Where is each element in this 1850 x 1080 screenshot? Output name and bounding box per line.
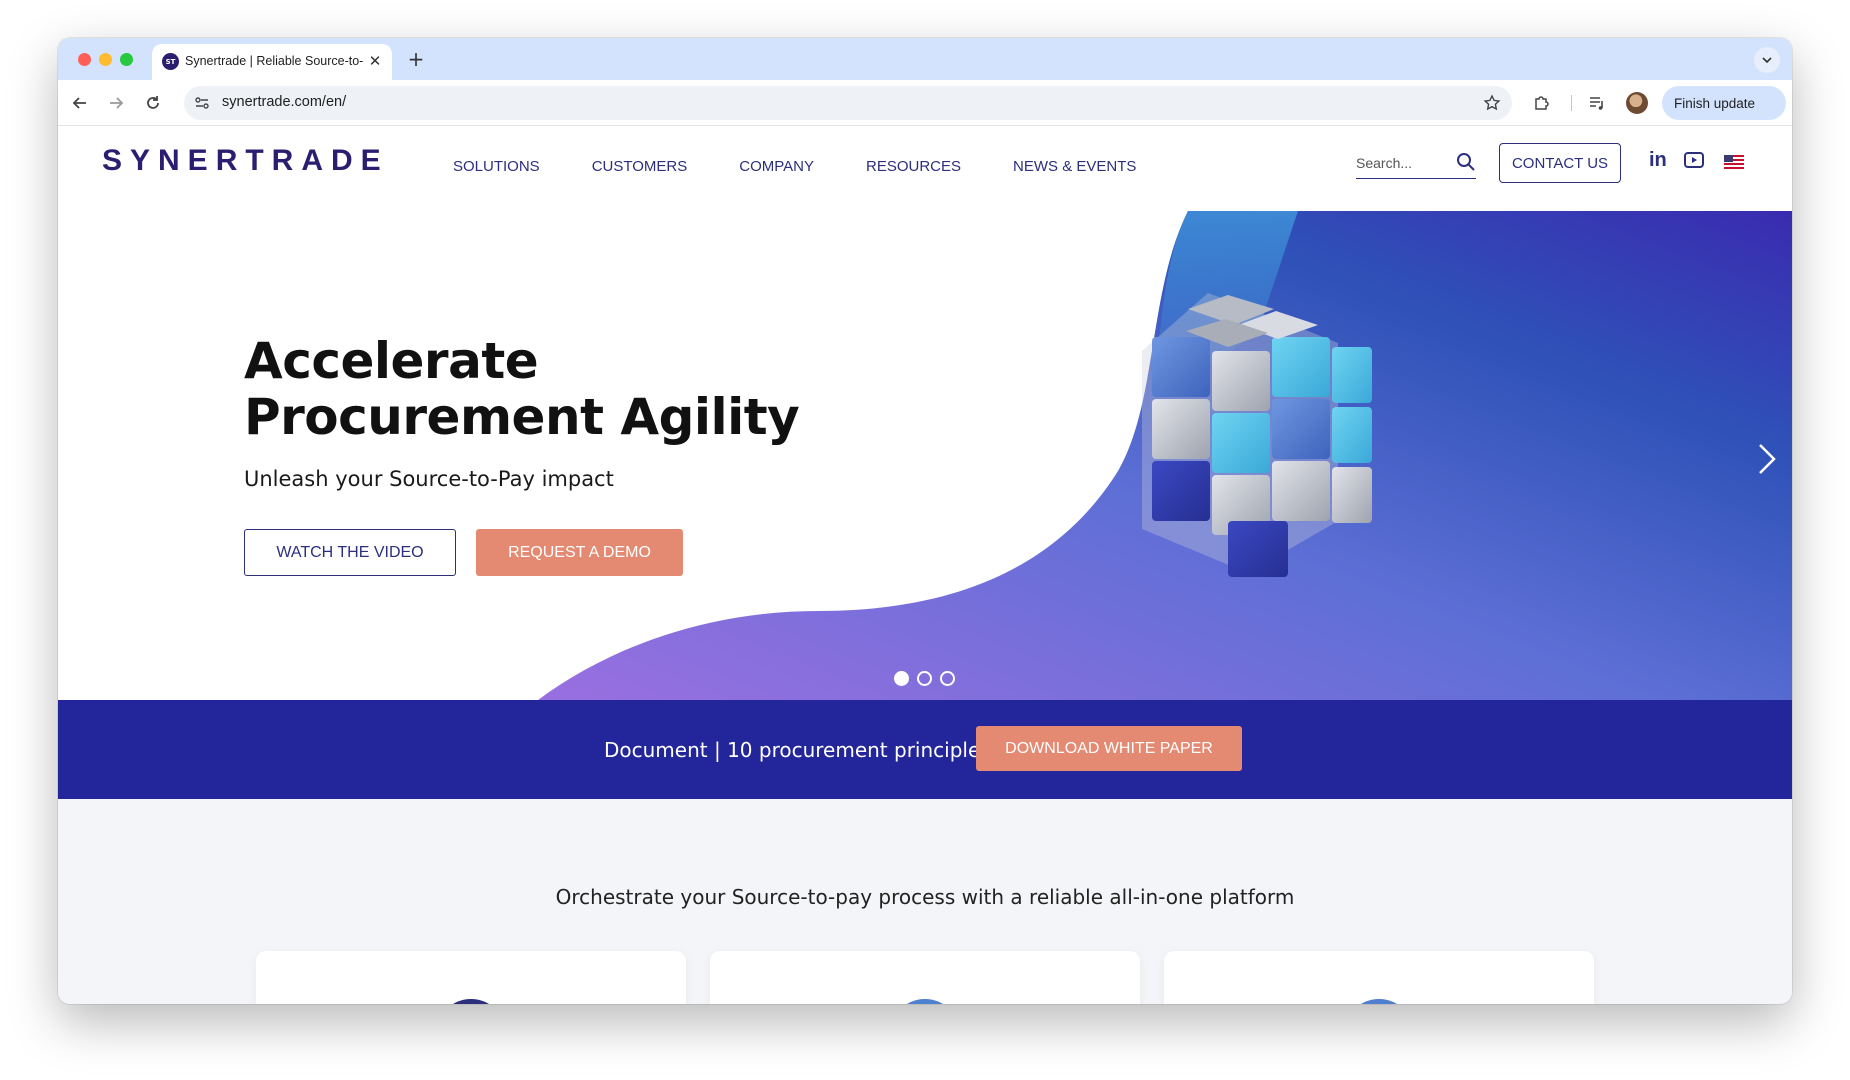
- search-icon[interactable]: [1456, 152, 1476, 172]
- nav-resources[interactable]: RESOURCES: [866, 158, 961, 175]
- nav-company[interactable]: COMPANY: [739, 158, 814, 175]
- feature-card-1[interactable]: [256, 951, 686, 1004]
- address-bar[interactable]: synertrade.com/en/: [184, 86, 1512, 120]
- reload-icon: [147, 96, 159, 109]
- hero-background: [538, 211, 1792, 700]
- tab-title: Synertrade | Reliable Source-to-Pay: [185, 54, 363, 68]
- platform-heading: Orchestrate your Source-to-pay process w…: [555, 885, 1295, 909]
- hero-title-line-2: Procurement Agility: [244, 388, 800, 446]
- card-2-icon: [890, 999, 960, 1004]
- new-tab-button[interactable]: +: [404, 47, 428, 71]
- back-button[interactable]: [66, 89, 94, 117]
- browser-window: ST Synertrade | Reliable Source-to-Pay ✕…: [58, 38, 1792, 1004]
- card-3-icon: [1344, 999, 1414, 1004]
- chevron-right-icon[interactable]: [1754, 441, 1778, 477]
- forward-button[interactable]: [102, 89, 130, 117]
- web-page: SYNERTRADE SOLUTIONS CUSTOMERS COMPANY R…: [58, 126, 1792, 1004]
- chevron-down-icon: [1762, 57, 1772, 64]
- media-controls-button[interactable]: [1583, 89, 1611, 117]
- arrow-left-icon: [72, 97, 86, 109]
- browser-toolbar: synertrade.com/en/ Finish update ⋮: [58, 80, 1792, 126]
- tab-strip: ST Synertrade | Reliable Source-to-Pay ✕…: [58, 38, 1792, 80]
- hero-subtitle: Unleash your Source-to-Pay impact: [244, 467, 614, 491]
- card-1-icon: [436, 999, 506, 1004]
- youtube-icon[interactable]: [1684, 151, 1704, 169]
- site-info-icon[interactable]: [192, 93, 212, 113]
- hero-section: Accelerate Procurement Agility Unleash y…: [58, 211, 1792, 700]
- platform-section: Orchestrate your Source-to-pay process w…: [58, 799, 1792, 1004]
- nav-customers[interactable]: CUSTOMERS: [592, 158, 688, 175]
- watch-video-button[interactable]: WATCH THE VIDEO: [244, 529, 456, 576]
- synertrade-logo[interactable]: SYNERTRADE: [102, 144, 389, 178]
- bookmark-star-icon[interactable]: [1482, 93, 1502, 113]
- site-header: SYNERTRADE SOLUTIONS CUSTOMERS COMPANY R…: [58, 126, 1792, 211]
- reload-button[interactable]: [139, 89, 167, 117]
- zoom-window-button[interactable]: [120, 53, 133, 66]
- minimize-window-button[interactable]: [99, 53, 112, 66]
- whitepaper-banner: Document | 10 procurement principles DOW…: [58, 700, 1792, 799]
- cube-illustration: [1142, 293, 1372, 577]
- toolbar-divider: [1571, 95, 1572, 111]
- url-text: synertrade.com/en/: [222, 94, 347, 110]
- search-input[interactable]: [1356, 151, 1452, 175]
- hero-title: Accelerate Procurement Agility: [244, 333, 844, 445]
- download-white-paper-button[interactable]: DOWNLOAD WHITE PAPER: [976, 726, 1242, 771]
- extensions-button[interactable]: [1528, 89, 1556, 117]
- arrow-right-icon: [110, 97, 124, 109]
- banner-text: Document | 10 procurement principles: [604, 738, 991, 762]
- puzzle-icon: [1535, 96, 1549, 110]
- profile-avatar[interactable]: [1626, 92, 1648, 114]
- us-flag-icon[interactable]: [1724, 155, 1744, 169]
- tab-close-icon[interactable]: ✕: [366, 52, 384, 70]
- close-window-button[interactable]: [78, 53, 91, 66]
- main-nav: SOLUTIONS CUSTOMERS COMPANY RESOURCES NE…: [453, 158, 1188, 175]
- carousel-dot-3[interactable]: [940, 671, 955, 686]
- site-favicon-icon: ST: [162, 53, 179, 70]
- nav-news-events[interactable]: NEWS & EVENTS: [1013, 158, 1136, 175]
- carousel-dot-2[interactable]: [917, 671, 932, 686]
- nav-solutions[interactable]: SOLUTIONS: [453, 158, 540, 175]
- feature-card-2[interactable]: [710, 951, 1140, 1004]
- request-demo-button[interactable]: REQUEST A DEMO: [476, 529, 683, 576]
- site-search: [1356, 147, 1476, 179]
- feature-card-3[interactable]: [1164, 951, 1594, 1004]
- finish-update-button[interactable]: Finish update ⋮: [1662, 86, 1786, 120]
- hero-title-line-1: Accelerate: [244, 332, 539, 390]
- contact-us-button[interactable]: CONTACT US: [1499, 143, 1621, 183]
- carousel-dots: [894, 671, 955, 686]
- browser-tab[interactable]: ST Synertrade | Reliable Source-to-Pay ✕: [152, 44, 392, 80]
- playlist-icon: [1590, 97, 1603, 110]
- carousel-dot-1[interactable]: [894, 671, 909, 686]
- tab-search-button[interactable]: [1754, 47, 1780, 73]
- finish-update-label: Finish update: [1674, 95, 1756, 111]
- linkedin-icon[interactable]: in: [1649, 149, 1667, 172]
